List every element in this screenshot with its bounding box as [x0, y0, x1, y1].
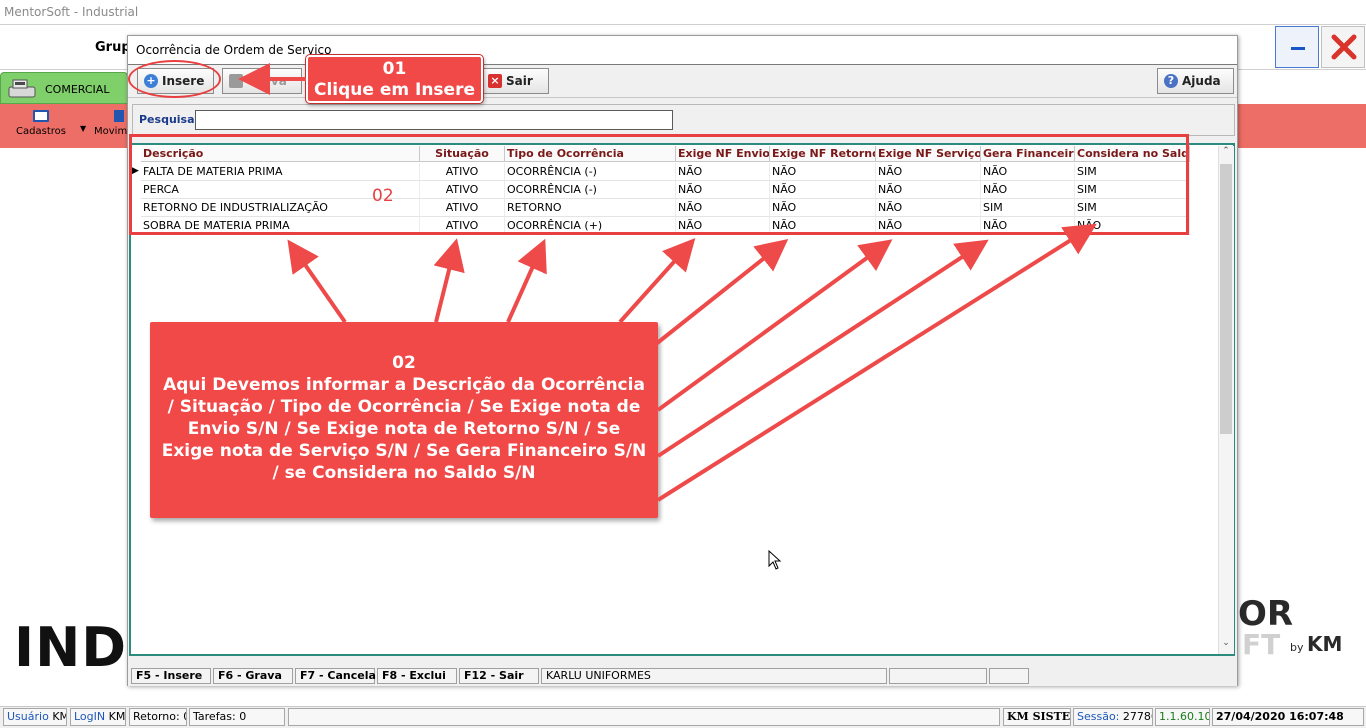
callout-01: 01 Clique em Insere: [306, 55, 483, 103]
group-label: Grup: [95, 40, 131, 55]
status-spacer: [288, 708, 1000, 726]
status-usuario-value: KM: [52, 710, 66, 723]
save-icon: [229, 74, 243, 88]
dialog-title: Ocorrência de Ordem de Serviço: [128, 36, 1237, 64]
scroll-up-icon[interactable]: ⌃: [1218, 146, 1234, 162]
status-datetime: 27/04/2020 16:07:48: [1212, 708, 1364, 726]
minimize-icon: [1291, 47, 1305, 50]
callout-02-number: 02: [392, 353, 416, 373]
dialog-status-panel: [889, 668, 987, 684]
status-sessao-value: 27786: [1122, 710, 1152, 723]
status-login: LogIN KM: [70, 708, 126, 726]
status-company: KM SISTEMAS: [1003, 708, 1071, 726]
ribbon-movimentos-label: Movim: [94, 126, 128, 137]
highlight-ring: [128, 60, 221, 98]
chevron-down-icon[interactable]: ▼: [80, 124, 86, 133]
callout-02: 02 Aqui Devemos informar a Descrição da …: [150, 322, 658, 518]
ribbon-cadastros[interactable]: Cadastros: [14, 108, 68, 137]
highlight-box: [129, 134, 1189, 235]
status-login-label: LogIN: [74, 710, 106, 723]
app-title: MentorSoft - Industrial: [0, 0, 1366, 24]
close-icon: [1331, 34, 1357, 60]
callout-01-text: Clique em Insere: [313, 80, 475, 100]
fk-sair[interactable]: F12 - Sair: [459, 668, 539, 684]
status-login-value: KM: [108, 710, 126, 723]
status-version: 1.1.60.10: [1155, 708, 1210, 726]
tab-comercial[interactable]: COMERCIAL: [0, 72, 128, 104]
dialog-company: KARLU UNIFORMES: [541, 668, 887, 684]
tab-comercial-label: COMERCIAL: [45, 83, 110, 96]
fk-cancela[interactable]: F7 - Cancela: [295, 668, 376, 684]
fk-grava[interactable]: F6 - Grava: [213, 668, 293, 684]
scrollbar-thumb[interactable]: [1220, 164, 1232, 434]
movimentos-icon: [114, 110, 124, 122]
grava-label: Grava: [247, 74, 287, 88]
status-sessao: Sessão: 27786: [1073, 708, 1153, 726]
sair-button[interactable]: × Sair: [481, 68, 549, 94]
close-button[interactable]: [1321, 26, 1365, 68]
minimize-button[interactable]: [1275, 26, 1319, 68]
mouse-cursor-icon: [768, 550, 782, 570]
ribbon-cadastros-label: Cadastros: [16, 126, 66, 137]
callout-02-text: Aqui Devemos informar a Descrição da Oco…: [161, 375, 647, 483]
brand-by: by: [1290, 641, 1304, 654]
cash-register-icon: [8, 79, 36, 98]
dialog-status-panel-2: [989, 668, 1029, 684]
sair-label: Sair: [506, 74, 533, 88]
scroll-down-icon[interactable]: ⌄: [1218, 638, 1234, 654]
brand-km: KM: [1307, 632, 1343, 656]
ribbon-movimentos[interactable]: Movim: [94, 108, 127, 137]
help-icon: ?: [1164, 74, 1178, 88]
search-label: Pesquisa: [139, 113, 195, 126]
callout-01-number: 01: [382, 59, 407, 79]
cadastros-icon: [33, 110, 49, 122]
ajuda-label: Ajuda: [1182, 74, 1221, 88]
status-usuario-label: Usuário: [7, 710, 49, 723]
exit-icon: ×: [488, 74, 502, 88]
brand-logo-bottom: FT: [1242, 628, 1281, 661]
annotation-label-02: 02: [372, 186, 394, 206]
status-sessao-label: Sessão:: [1077, 710, 1120, 723]
status-tarefas: Tarefas: 0: [189, 708, 285, 726]
grava-button[interactable]: Grava: [222, 68, 302, 94]
status-retorno: Retorno: 0: [129, 708, 187, 726]
brand-by-km: by KM: [1290, 632, 1342, 656]
ajuda-button[interactable]: ? Ajuda: [1157, 68, 1234, 94]
fk-insere[interactable]: F5 - Insere: [131, 668, 211, 684]
fk-exclui[interactable]: F8 - Exclui: [377, 668, 457, 684]
search-input[interactable]: [195, 110, 673, 130]
status-usuario: Usuário KM: [3, 708, 67, 726]
